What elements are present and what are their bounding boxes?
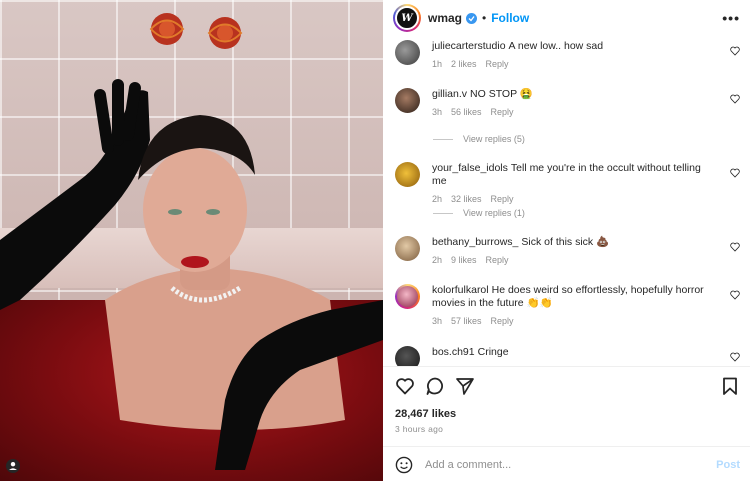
comment-text: A new low.. how sad xyxy=(508,40,604,52)
separator-dot: • xyxy=(482,11,487,25)
post-photo[interactable] xyxy=(0,0,383,481)
comment-username[interactable]: gillian.v xyxy=(432,88,467,100)
comment-username[interactable]: juliecarterstudio xyxy=(432,40,506,52)
view-replies-label[interactable]: View replies (1) xyxy=(463,208,525,218)
likes-count[interactable]: 28,467 likes xyxy=(395,408,456,420)
comment-time: 2h xyxy=(432,255,443,265)
comment-likes[interactable]: 32 likes xyxy=(451,194,482,204)
comment-input[interactable] xyxy=(425,459,675,471)
more-options-icon[interactable]: ••• xyxy=(722,10,740,26)
view-replies-label[interactable]: View replies (5) xyxy=(463,134,525,144)
divider xyxy=(383,366,750,367)
comment-avatar[interactable] xyxy=(395,346,420,366)
comment-avatar[interactable] xyxy=(395,236,420,261)
emoji-icon[interactable] xyxy=(395,456,413,474)
post-comment-button[interactable]: Post xyxy=(716,459,740,471)
comment-avatar[interactable] xyxy=(395,162,420,187)
comment-reply-button[interactable]: Reply xyxy=(491,194,514,204)
share-send-icon[interactable] xyxy=(455,376,475,396)
person-illustration xyxy=(0,79,383,470)
comment-username[interactable]: kolorfulkarol xyxy=(432,284,489,296)
comment-like-heart-icon[interactable] xyxy=(730,352,740,362)
post-actions xyxy=(395,376,740,398)
comment-avatar[interactable] xyxy=(395,284,420,309)
replies-line xyxy=(433,212,453,214)
comment-likes[interactable]: 57 likes xyxy=(451,316,482,326)
replies-line xyxy=(433,138,453,140)
comment-text: Sick of this sick 💩 xyxy=(521,236,610,248)
comment-text: NO STOP 🤮 xyxy=(470,88,533,100)
comment-username[interactable]: bos.ch91 xyxy=(432,346,475,358)
comment-likes[interactable]: 2 likes xyxy=(451,59,477,69)
add-comment-bar: Post xyxy=(395,455,740,475)
comment-time: 3h xyxy=(432,316,443,326)
post-header: W wmag • Follow ••• xyxy=(383,0,750,36)
comment-time: 3h xyxy=(432,107,443,117)
comment-like-heart-icon[interactable] xyxy=(730,290,740,300)
comment-reply-button[interactable]: Reply xyxy=(491,316,514,326)
comment-reply-button[interactable]: Reply xyxy=(486,59,509,69)
comment-text: Cringe xyxy=(477,346,509,358)
comment-time: 2h xyxy=(432,194,443,204)
comment-like-heart-icon[interactable] xyxy=(730,168,740,178)
post-sidebar: W wmag • Follow ••• juliecarterstudio A n… xyxy=(383,0,750,481)
comment-likes[interactable]: 9 likes xyxy=(451,255,477,265)
post-timestamp: 3 hours ago xyxy=(395,424,444,434)
view-replies-button[interactable]: View replies (5) xyxy=(433,134,525,144)
comment-like-heart-icon[interactable] xyxy=(730,94,740,104)
comment-bubble-icon[interactable] xyxy=(425,376,445,396)
comment-like-heart-icon[interactable] xyxy=(730,46,740,56)
comment-username[interactable]: your_false_idols xyxy=(432,162,508,174)
comment-reply-button[interactable]: Reply xyxy=(486,255,509,265)
user-tag-icon[interactable] xyxy=(6,459,20,473)
comment-time: 1h xyxy=(432,59,443,69)
comments-list[interactable]: juliecarterstudio A new low.. how sad 1h 2… xyxy=(383,36,750,366)
follow-button[interactable]: Follow xyxy=(491,11,529,25)
comment-avatar[interactable] xyxy=(395,88,420,113)
verified-badge-icon xyxy=(466,12,478,24)
comment-reply-button[interactable]: Reply xyxy=(491,107,514,117)
view-replies-button[interactable]: View replies (1) xyxy=(433,208,525,218)
comment-username[interactable]: bethany_burrows_ xyxy=(432,236,518,248)
avatar-logo-text: W xyxy=(401,12,413,24)
comment-avatar[interactable] xyxy=(395,40,420,65)
divider xyxy=(383,446,750,447)
save-bookmark-icon[interactable] xyxy=(720,376,740,396)
header-avatar[interactable]: W xyxy=(393,4,421,32)
header-username[interactable]: wmag xyxy=(428,11,462,25)
like-heart-icon[interactable] xyxy=(395,376,415,396)
comment-like-heart-icon[interactable] xyxy=(730,242,740,252)
comment-likes[interactable]: 56 likes xyxy=(451,107,482,117)
